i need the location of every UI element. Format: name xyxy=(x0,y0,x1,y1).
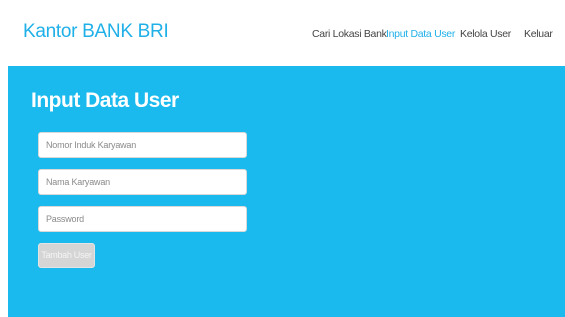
nik-input[interactable] xyxy=(38,132,247,158)
page-title: Input Data User xyxy=(31,89,179,112)
nav-kelola-user[interactable]: Kelola User xyxy=(460,27,511,41)
nav-input-data-user[interactable]: Input Data User xyxy=(386,27,455,41)
tambah-user-button[interactable]: Tambah User xyxy=(38,243,95,268)
password-input[interactable] xyxy=(38,206,247,232)
nama-karyawan-input[interactable] xyxy=(38,169,247,195)
nav-keluar[interactable]: Keluar xyxy=(524,27,553,41)
input-user-section: Input Data User Tambah User xyxy=(8,66,565,317)
navbar: Kantor BANK BRI Cari Lokasi Bank Input D… xyxy=(8,0,565,66)
page: Kantor BANK BRI Cari Lokasi Bank Input D… xyxy=(0,0,565,317)
brand-link[interactable]: Kantor BANK BRI xyxy=(23,20,169,44)
nav-cari-lokasi-bank[interactable]: Cari Lokasi Bank xyxy=(312,27,387,41)
